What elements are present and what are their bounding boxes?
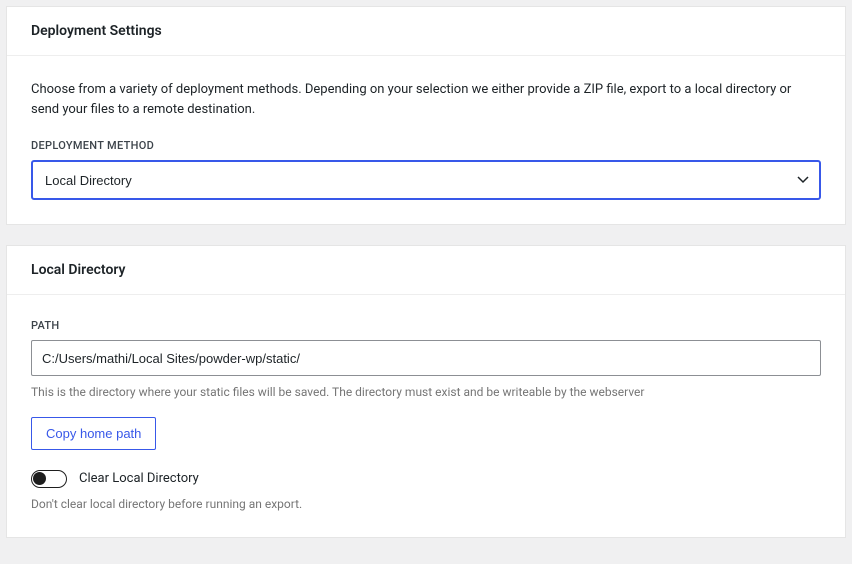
copy-home-path-button[interactable]: Copy home path [31, 417, 156, 450]
deployment-method-select[interactable]: Local Directory [31, 160, 821, 200]
toggle-knob [33, 472, 46, 485]
path-input[interactable] [31, 340, 821, 376]
card-body: Choose from a variety of deployment meth… [7, 56, 845, 224]
clear-directory-toggle-label: Clear Local Directory [79, 471, 199, 486]
deployment-method-select-wrap: Local Directory [31, 160, 821, 200]
path-label: PATH [31, 319, 821, 332]
card-body: PATH This is the directory where your st… [7, 295, 845, 537]
intro-text: Choose from a variety of deployment meth… [31, 80, 821, 119]
clear-directory-toggle[interactable] [31, 470, 67, 488]
card-title: Deployment Settings [31, 23, 821, 39]
clear-directory-help-text: Don't clear local directory before runni… [31, 496, 821, 513]
deployment-settings-card: Deployment Settings Choose from a variet… [6, 6, 846, 225]
path-help-text: This is the directory where your static … [31, 384, 821, 401]
card-title: Local Directory [31, 262, 821, 278]
card-header: Local Directory [7, 246, 845, 295]
clear-directory-toggle-row: Clear Local Directory [31, 470, 821, 488]
local-directory-card: Local Directory PATH This is the directo… [6, 245, 846, 538]
deployment-method-label: DEPLOYMENT METHOD [31, 139, 821, 152]
card-header: Deployment Settings [7, 7, 845, 56]
